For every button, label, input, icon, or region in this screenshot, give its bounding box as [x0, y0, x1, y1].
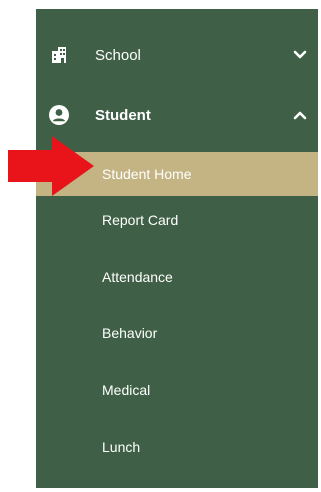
sidebar-item-medical[interactable]: Medical [36, 368, 318, 412]
chevron-up-icon [293, 111, 307, 120]
sidebar-item-label: Attendance [102, 269, 173, 285]
sidebar-group-label: Student [95, 106, 151, 124]
sidebar-item-label: Behavior [102, 325, 158, 341]
sidebar-item-attendance[interactable]: Attendance [36, 255, 318, 299]
user-circle-icon [48, 104, 70, 126]
sidebar-group-student[interactable]: Student [36, 91, 318, 139]
sidebar-item-lunch[interactable]: Lunch [36, 425, 318, 469]
building-icon [48, 44, 70, 66]
chevron-down-icon [293, 50, 307, 59]
sidebar-item-label: Student Home [102, 166, 192, 182]
red-arrow-icon [8, 136, 94, 196]
sidebar-item-behavior[interactable]: Behavior [36, 311, 318, 355]
screenshot-stage: School Student Student Home Report Card [0, 0, 321, 492]
sidebar-nav: School Student Student Home Report Card [36, 9, 318, 488]
sidebar-group-label: School [95, 46, 141, 64]
sidebar-item-label: Medical [102, 382, 151, 398]
sidebar-item-label: Lunch [102, 439, 141, 455]
sidebar-group-school[interactable]: School [36, 35, 318, 75]
sidebar-item-report-card[interactable]: Report Card [36, 198, 318, 242]
sidebar-item-label: Report Card [102, 212, 179, 228]
